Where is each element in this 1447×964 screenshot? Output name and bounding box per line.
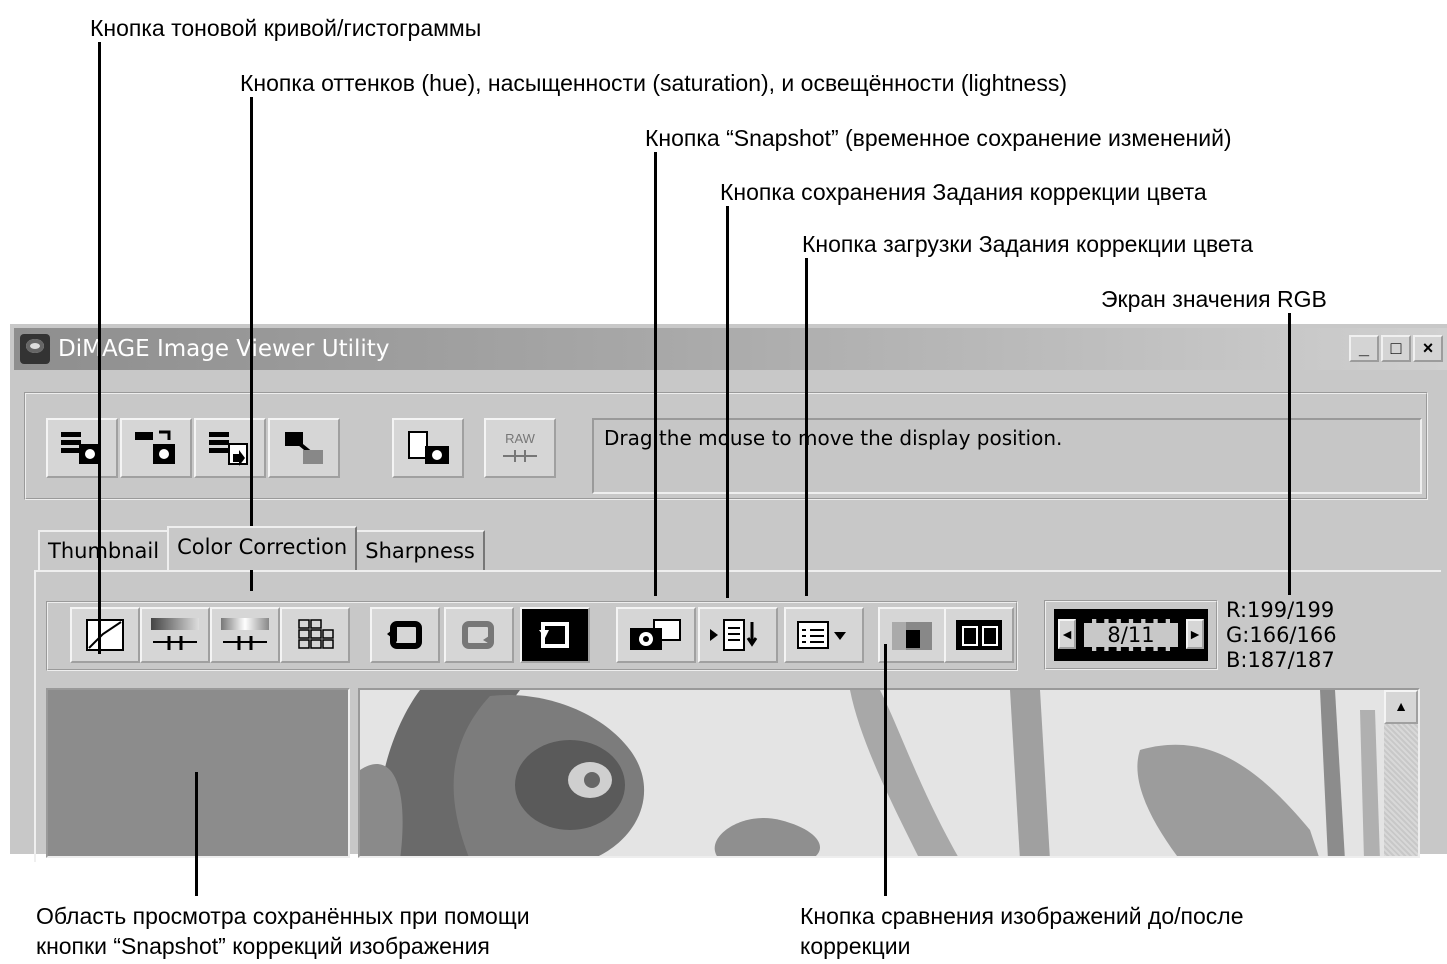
callout-save-job: Кнопка сохранения Задания коррекции цвет… (720, 179, 1207, 205)
hsl-gradient-button[interactable] (210, 607, 280, 663)
rgb-display: R:199/199 G:166/166 B:187/187 (1226, 598, 1337, 673)
callout-tone-curve: Кнопка тоновой кривой/гистограммы (90, 15, 482, 41)
save-as-icon (209, 432, 248, 466)
hsl-color-icon (151, 618, 199, 650)
tab-color-correction[interactable]: Color Correction (167, 526, 358, 570)
load-job-button[interactable] (784, 607, 864, 663)
leader-save-job (726, 206, 729, 598)
prev-frame-button[interactable]: ◄ (1058, 619, 1076, 649)
frame-navigator: ◄ 8/11 ► (1044, 600, 1218, 670)
save-job-button[interactable] (698, 607, 778, 663)
redo-icon (462, 621, 494, 649)
hsl-color-button[interactable] (140, 607, 210, 663)
variations-grid-icon (298, 619, 334, 649)
vertical-scrollbar[interactable]: ▲ (1384, 690, 1418, 856)
rgb-r-value: R:199/199 (1226, 598, 1335, 622)
export-button[interactable] (268, 418, 340, 478)
redo-button[interactable] (444, 607, 514, 663)
compare-button[interactable] (878, 607, 948, 663)
next-frame-button[interactable]: ► (1186, 619, 1204, 649)
scroll-up-button[interactable]: ▲ (1384, 690, 1418, 724)
full-compare-button[interactable] (944, 607, 1014, 663)
load-job-icon (797, 621, 846, 649)
film-strip-icon: ◄ 8/11 ► (1054, 609, 1208, 661)
save-image-icon (135, 430, 175, 464)
variations-button[interactable] (280, 607, 350, 663)
raw-icon: RAW (503, 431, 537, 462)
undo-icon (387, 621, 422, 649)
reset-button[interactable] (520, 607, 590, 663)
status-message: Drag the mouse to move the display posit… (592, 418, 1422, 494)
callout-snapshot: Кнопка “Snapshot” (временное сохранение … (645, 125, 1232, 151)
flower-photo (360, 690, 1388, 856)
image-display[interactable]: ▲ (358, 688, 1420, 858)
callout-snapshot-area-line2: кнопки “Snapshot” коррекций изображения (36, 933, 490, 959)
camera-document-icon (408, 431, 449, 464)
rgb-b-value: B:187/187 (1226, 648, 1335, 672)
minimize-button[interactable]: _ (1349, 335, 1379, 362)
close-button[interactable]: × (1413, 335, 1443, 362)
color-correction-toolbar (46, 601, 1018, 671)
save-all-button[interactable] (46, 418, 118, 478)
save-image-button[interactable] (120, 418, 192, 478)
leader-rgb (1288, 313, 1291, 595)
leader-compare (884, 644, 887, 896)
frame-counter: 8/11 (1084, 619, 1178, 651)
snapshot-camera-icon (630, 619, 681, 650)
tab-thumbnail[interactable]: Thumbnail (38, 530, 170, 570)
callout-rgb-display: Экран значения RGB (1101, 286, 1327, 312)
undo-button[interactable] (370, 607, 440, 663)
callout-hsl: Кнопка оттенков (hue), насыщенности (sat… (240, 70, 1067, 96)
camera-settings-button[interactable] (392, 418, 464, 478)
leader-snapshot (654, 152, 657, 596)
tone-curve-icon (86, 619, 124, 651)
save-job-icon (710, 619, 758, 651)
leader-load-job (805, 258, 808, 596)
callout-load-job: Кнопка загрузки Задания коррекции цвета (802, 231, 1254, 257)
title-bar[interactable]: DiMAGE Image Viewer Utility _ □ × (14, 328, 1447, 370)
tab-sharpness[interactable]: Sharpness (355, 530, 485, 570)
leader-tone-curve (98, 42, 101, 654)
hsl-gradient-icon (221, 618, 269, 650)
callout-snapshot-area: Область просмотра сохранённых при помощи (36, 903, 530, 929)
raw-button[interactable]: RAW (484, 418, 556, 478)
full-screen-compare-icon (956, 620, 1002, 650)
maximize-button[interactable]: □ (1381, 335, 1411, 362)
window-title: DiMAGE Image Viewer Utility (58, 336, 390, 362)
tone-curve-button[interactable] (70, 607, 140, 663)
leader-hsl (250, 97, 253, 591)
rgb-g-value: G:166/166 (1226, 623, 1337, 647)
app-logo-icon (20, 334, 50, 364)
callout-compare-line2: коррекции (800, 933, 911, 959)
reset-icon (539, 622, 569, 648)
compare-icon (892, 622, 932, 650)
leader-snapshot-area (195, 772, 198, 896)
callout-compare: Кнопка сравнения изображений до/после (800, 903, 1244, 929)
snapshot-button[interactable] (616, 607, 696, 663)
export-icon (285, 432, 323, 464)
raw-label: RAW (505, 431, 536, 446)
snapshot-preview-area[interactable] (46, 688, 350, 858)
save-as-button[interactable] (194, 418, 266, 478)
